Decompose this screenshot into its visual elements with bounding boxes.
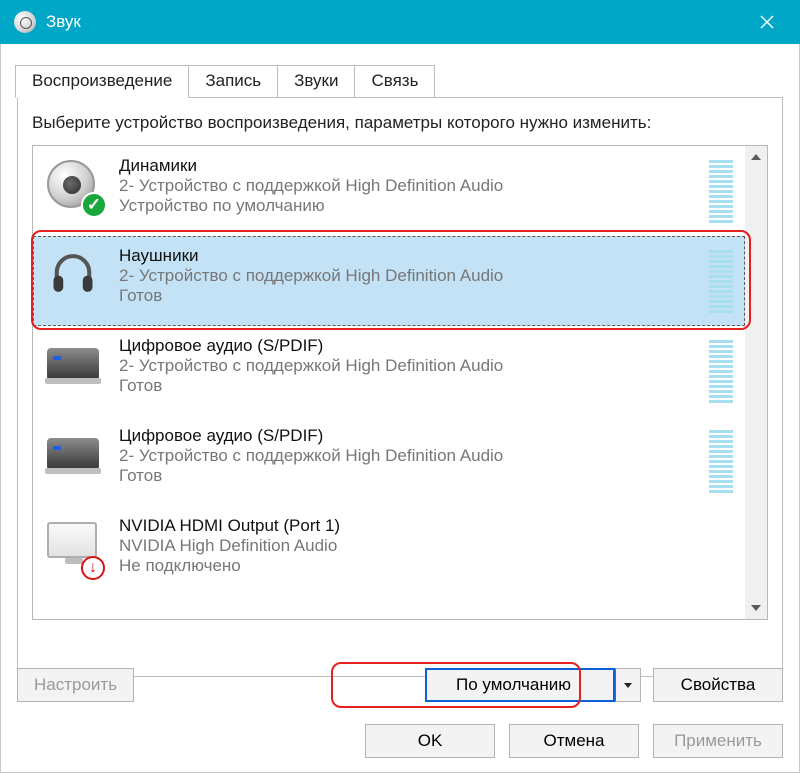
device-row-hdmi[interactable]: ↓ NVIDIA HDMI Output (Port 1) NVIDIA Hig… [33, 506, 745, 596]
device-status: Готов [119, 466, 703, 486]
ok-button[interactable]: OK [365, 724, 495, 758]
device-row-headphones[interactable]: Наушники 2- Устройство с поддержкой High… [33, 236, 745, 326]
device-status: Готов [119, 286, 703, 306]
window-title: Звук [46, 12, 738, 32]
device-desc: NVIDIA High Definition Audio [119, 536, 737, 556]
chevron-down-icon [624, 683, 632, 688]
sound-app-icon [14, 11, 36, 33]
properties-button[interactable]: Свойства [653, 668, 783, 702]
apply-button[interactable]: Применить [653, 724, 783, 758]
device-status: Готов [119, 376, 703, 396]
device-title: NVIDIA HDMI Output (Port 1) [119, 516, 737, 536]
optical-icon [47, 338, 103, 394]
scroll-down-icon[interactable] [745, 597, 767, 619]
device-title: Цифровое аудио (S/PDIF) [119, 426, 703, 446]
device-status: Устройство по умолчанию [119, 196, 703, 216]
device-row-spdif-2[interactable]: Цифровое аудио (S/PDIF) 2- Устройство с … [33, 416, 745, 506]
device-status: Не подключено [119, 556, 737, 576]
level-meter [709, 160, 733, 223]
device-desc: 2- Устройство с поддержкой High Definiti… [119, 356, 703, 376]
list-scrollbar[interactable] [745, 146, 767, 619]
tab-recording[interactable]: Запись [188, 65, 278, 98]
device-title: Цифровое аудио (S/PDIF) [119, 336, 703, 356]
device-title: Наушники [119, 246, 703, 266]
speaker-icon: ✓ [47, 158, 103, 214]
device-desc: 2- Устройство с поддержкой High Definiti… [119, 446, 703, 466]
dialog-body: Воспроизведение Запись Звуки Связь Выбер… [0, 44, 800, 773]
optical-icon [47, 428, 103, 484]
set-default-dropdown[interactable] [615, 668, 641, 702]
device-desc: 2- Устройство с поддержкой High Definiti… [119, 176, 703, 196]
tab-playback[interactable]: Воспроизведение [15, 65, 189, 98]
instruction-text: Выберите устройство воспроизведения, пар… [32, 112, 768, 135]
cancel-button[interactable]: Отмена [509, 724, 639, 758]
scroll-up-icon[interactable] [745, 146, 767, 168]
close-button[interactable] [738, 0, 796, 44]
device-desc: 2- Устройство с поддержкой High Definiti… [119, 266, 703, 286]
tab-sounds[interactable]: Звуки [277, 65, 355, 98]
device-row-speakers[interactable]: ✓ Динамики 2- Устройство с поддержкой Hi… [33, 146, 745, 236]
disconnected-badge: ↓ [81, 556, 105, 580]
default-check-badge: ✓ [81, 192, 107, 218]
device-title: Динамики [119, 156, 703, 176]
level-meter [709, 250, 733, 313]
tab-comm[interactable]: Связь [354, 65, 435, 98]
set-default-button[interactable]: По умолчанию [425, 668, 615, 702]
tab-strip: Воспроизведение Запись Звуки Связь [15, 64, 783, 97]
titlebar: Звук [0, 0, 800, 44]
configure-button[interactable]: Настроить [17, 668, 134, 702]
level-meter [709, 340, 733, 403]
level-meter [709, 430, 733, 493]
monitor-icon: ↓ [47, 518, 103, 574]
tab-panel-playback: Выберите устройство воспроизведения, пар… [17, 97, 783, 677]
device-row-spdif-1[interactable]: Цифровое аудио (S/PDIF) 2- Устройство с … [33, 326, 745, 416]
device-list: ✓ Динамики 2- Устройство с поддержкой Hi… [32, 145, 768, 620]
scroll-track[interactable] [745, 168, 767, 597]
headphones-icon [47, 248, 103, 304]
